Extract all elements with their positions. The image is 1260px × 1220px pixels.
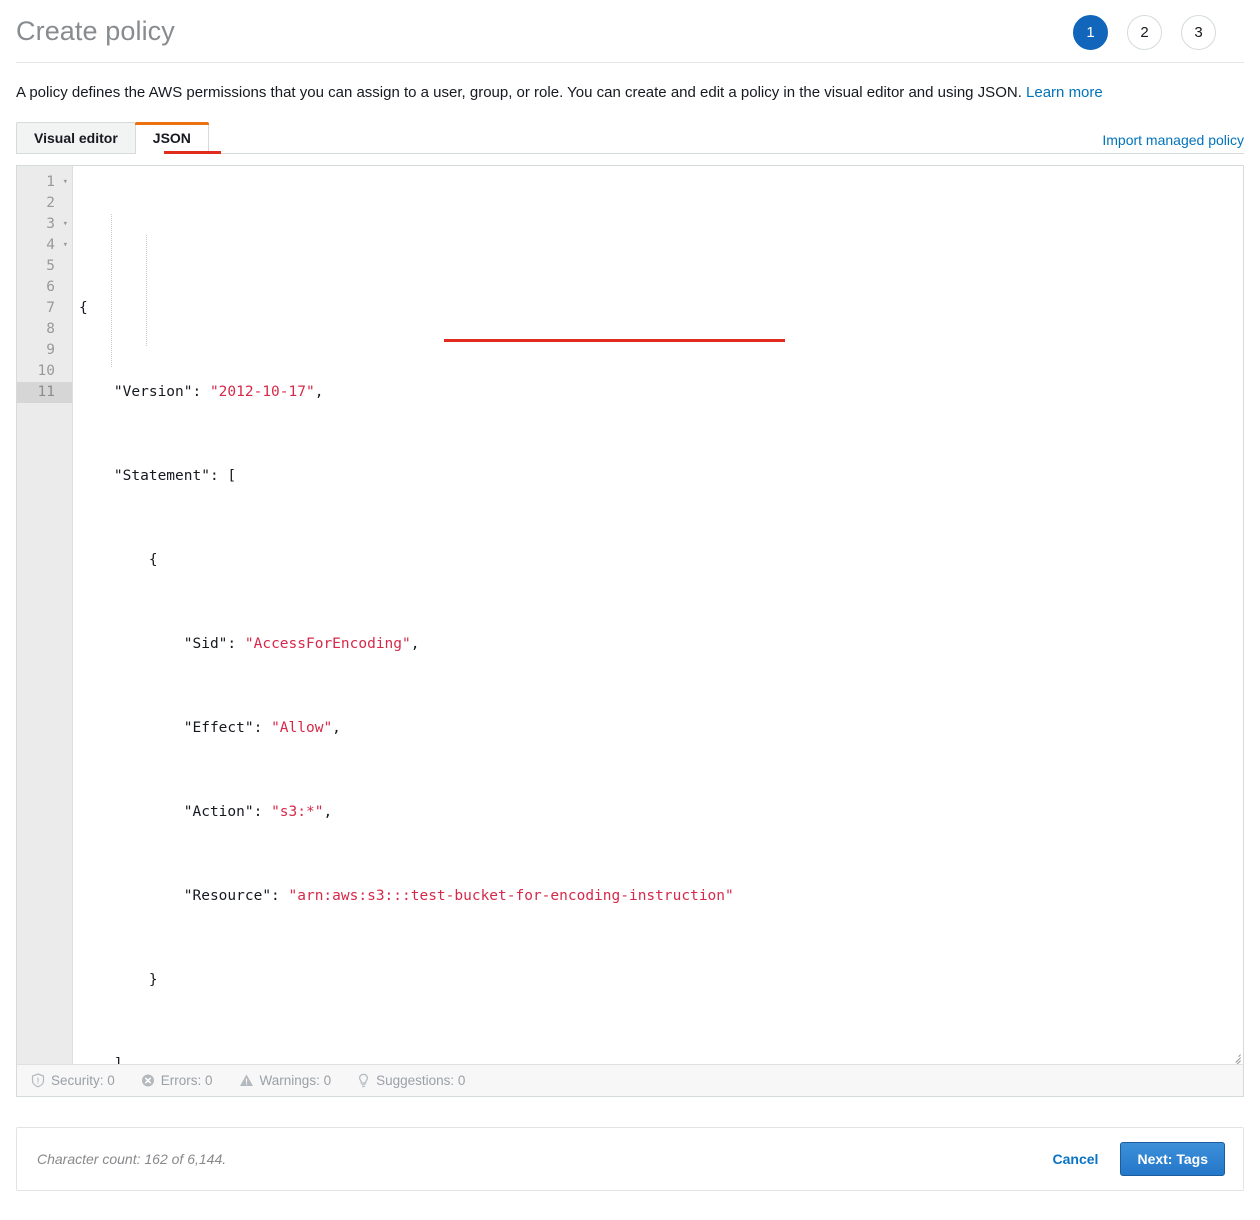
gutter-line: 5 <box>17 256 72 277</box>
code-line: "Action": "s3:*", <box>73 802 1243 823</box>
json-string-value: "AccessForEncoding" <box>245 636 411 652</box>
gutter-line: 9 <box>17 340 72 361</box>
fold-toggle-icon[interactable]: ▾ <box>58 235 68 256</box>
next-tags-button[interactable]: Next: Tags <box>1120 1142 1225 1176</box>
gutter-line-current: 11 <box>17 382 72 403</box>
cancel-button[interactable]: Cancel <box>1053 1151 1099 1167</box>
warning-icon <box>239 1073 254 1088</box>
page-title: Create policy <box>16 14 1216 48</box>
fold-toggle-icon[interactable]: ▾ <box>58 172 68 193</box>
intro-description: A policy defines the AWS permissions tha… <box>0 63 1260 103</box>
line-number: 4 <box>46 237 55 253</box>
error-icon <box>141 1073 155 1088</box>
gutter-line: 4 ▾ <box>17 235 72 256</box>
editor-gutter: 1 ▾ 2 3 ▾ 4 ▾ 5 6 7 8 <box>17 166 72 1064</box>
line-number: 10 <box>38 363 55 379</box>
editor-status-bar: Security: 0 Errors: 0 Warnings: 0 <box>17 1064 1243 1096</box>
gutter-line: 10 <box>17 361 72 382</box>
fold-toggle-icon[interactable]: ▾ <box>58 214 68 235</box>
line-number: 8 <box>46 321 55 337</box>
json-resource-arn: "arn:aws:s3:::test-bucket-for-encoding-i… <box>289 888 734 904</box>
resource-annotation-underline <box>444 339 785 342</box>
code-content[interactable]: { "Version": "2012-10-17", "Statement": … <box>72 166 1243 1064</box>
code-line: "Resource": "arn:aws:s3:::test-bucket-fo… <box>73 886 1243 907</box>
line-number: 2 <box>46 195 55 211</box>
line-number: 1 <box>46 174 55 190</box>
intro-text: A policy defines the AWS permissions tha… <box>16 84 1022 101</box>
gutter-line: 1 ▾ <box>17 172 72 193</box>
indent-guide <box>146 235 147 346</box>
learn-more-link[interactable]: Learn more <box>1026 84 1103 101</box>
json-string-value: "2012-10-17" <box>210 384 315 400</box>
tab-json[interactable]: JSON <box>135 122 209 154</box>
code-line: } <box>73 970 1243 991</box>
code-line: "Effect": "Allow", <box>73 718 1243 739</box>
tab-visual-editor[interactable]: Visual editor <box>16 122 136 153</box>
lightbulb-icon <box>357 1073 370 1088</box>
step-indicator: 1 2 3 <box>1073 15 1216 50</box>
line-number: 9 <box>46 342 55 358</box>
json-editor-panel: 1 ▾ 2 3 ▾ 4 ▾ 5 6 7 8 <box>16 165 1244 1097</box>
status-label: Security: 0 <box>51 1073 115 1088</box>
status-errors[interactable]: Errors: 0 <box>141 1073 213 1088</box>
shield-icon <box>31 1073 45 1088</box>
page-footer: Character count: 162 of 6,144. Cancel Ne… <box>16 1127 1244 1191</box>
line-number: 6 <box>46 279 55 295</box>
json-string-value: "Allow" <box>271 720 332 736</box>
code-line: { <box>73 298 1243 319</box>
footer-actions: Cancel Next: Tags <box>1053 1142 1225 1176</box>
step-1[interactable]: 1 <box>1073 15 1108 50</box>
status-warnings[interactable]: Warnings: 0 <box>239 1073 332 1088</box>
line-number: 3 <box>46 216 55 232</box>
status-suggestions[interactable]: Suggestions: 0 <box>357 1073 465 1088</box>
code-line: "Statement": [ <box>73 466 1243 487</box>
line-number: 7 <box>46 300 55 316</box>
gutter-line: 3 ▾ <box>17 214 72 235</box>
step-3[interactable]: 3 <box>1181 15 1216 50</box>
editor-resize-handle[interactable] <box>1229 1050 1241 1062</box>
status-label: Suggestions: 0 <box>376 1073 465 1088</box>
editor-tabs: Visual editor JSON Import managed policy <box>16 122 1244 154</box>
line-number: 5 <box>46 258 55 274</box>
import-managed-policy-link[interactable]: Import managed policy <box>1102 132 1244 148</box>
code-line: "Sid": "AccessForEncoding", <box>73 634 1243 655</box>
step-2[interactable]: 2 <box>1127 15 1162 50</box>
code-line: { <box>73 550 1243 571</box>
code-line: ] <box>73 1054 1243 1064</box>
page-header: Create policy 1 2 3 <box>0 0 1260 62</box>
status-label: Errors: 0 <box>161 1073 213 1088</box>
code-editor[interactable]: 1 ▾ 2 3 ▾ 4 ▾ 5 6 7 8 <box>17 166 1243 1064</box>
line-number: 11 <box>38 384 55 400</box>
gutter-line: 7 <box>17 298 72 319</box>
gutter-line: 8 <box>17 319 72 340</box>
status-label: Warnings: 0 <box>260 1073 332 1088</box>
code-line: "Version": "2012-10-17", <box>73 382 1243 403</box>
indent-guide <box>111 214 112 367</box>
gutter-line: 2 <box>17 193 72 214</box>
json-tab-annotation-underline <box>164 151 221 154</box>
json-string-value: "s3:*" <box>271 804 323 820</box>
gutter-line: 6 <box>17 277 72 298</box>
character-count: Character count: 162 of 6,144. <box>37 1151 226 1167</box>
status-security[interactable]: Security: 0 <box>31 1073 115 1088</box>
